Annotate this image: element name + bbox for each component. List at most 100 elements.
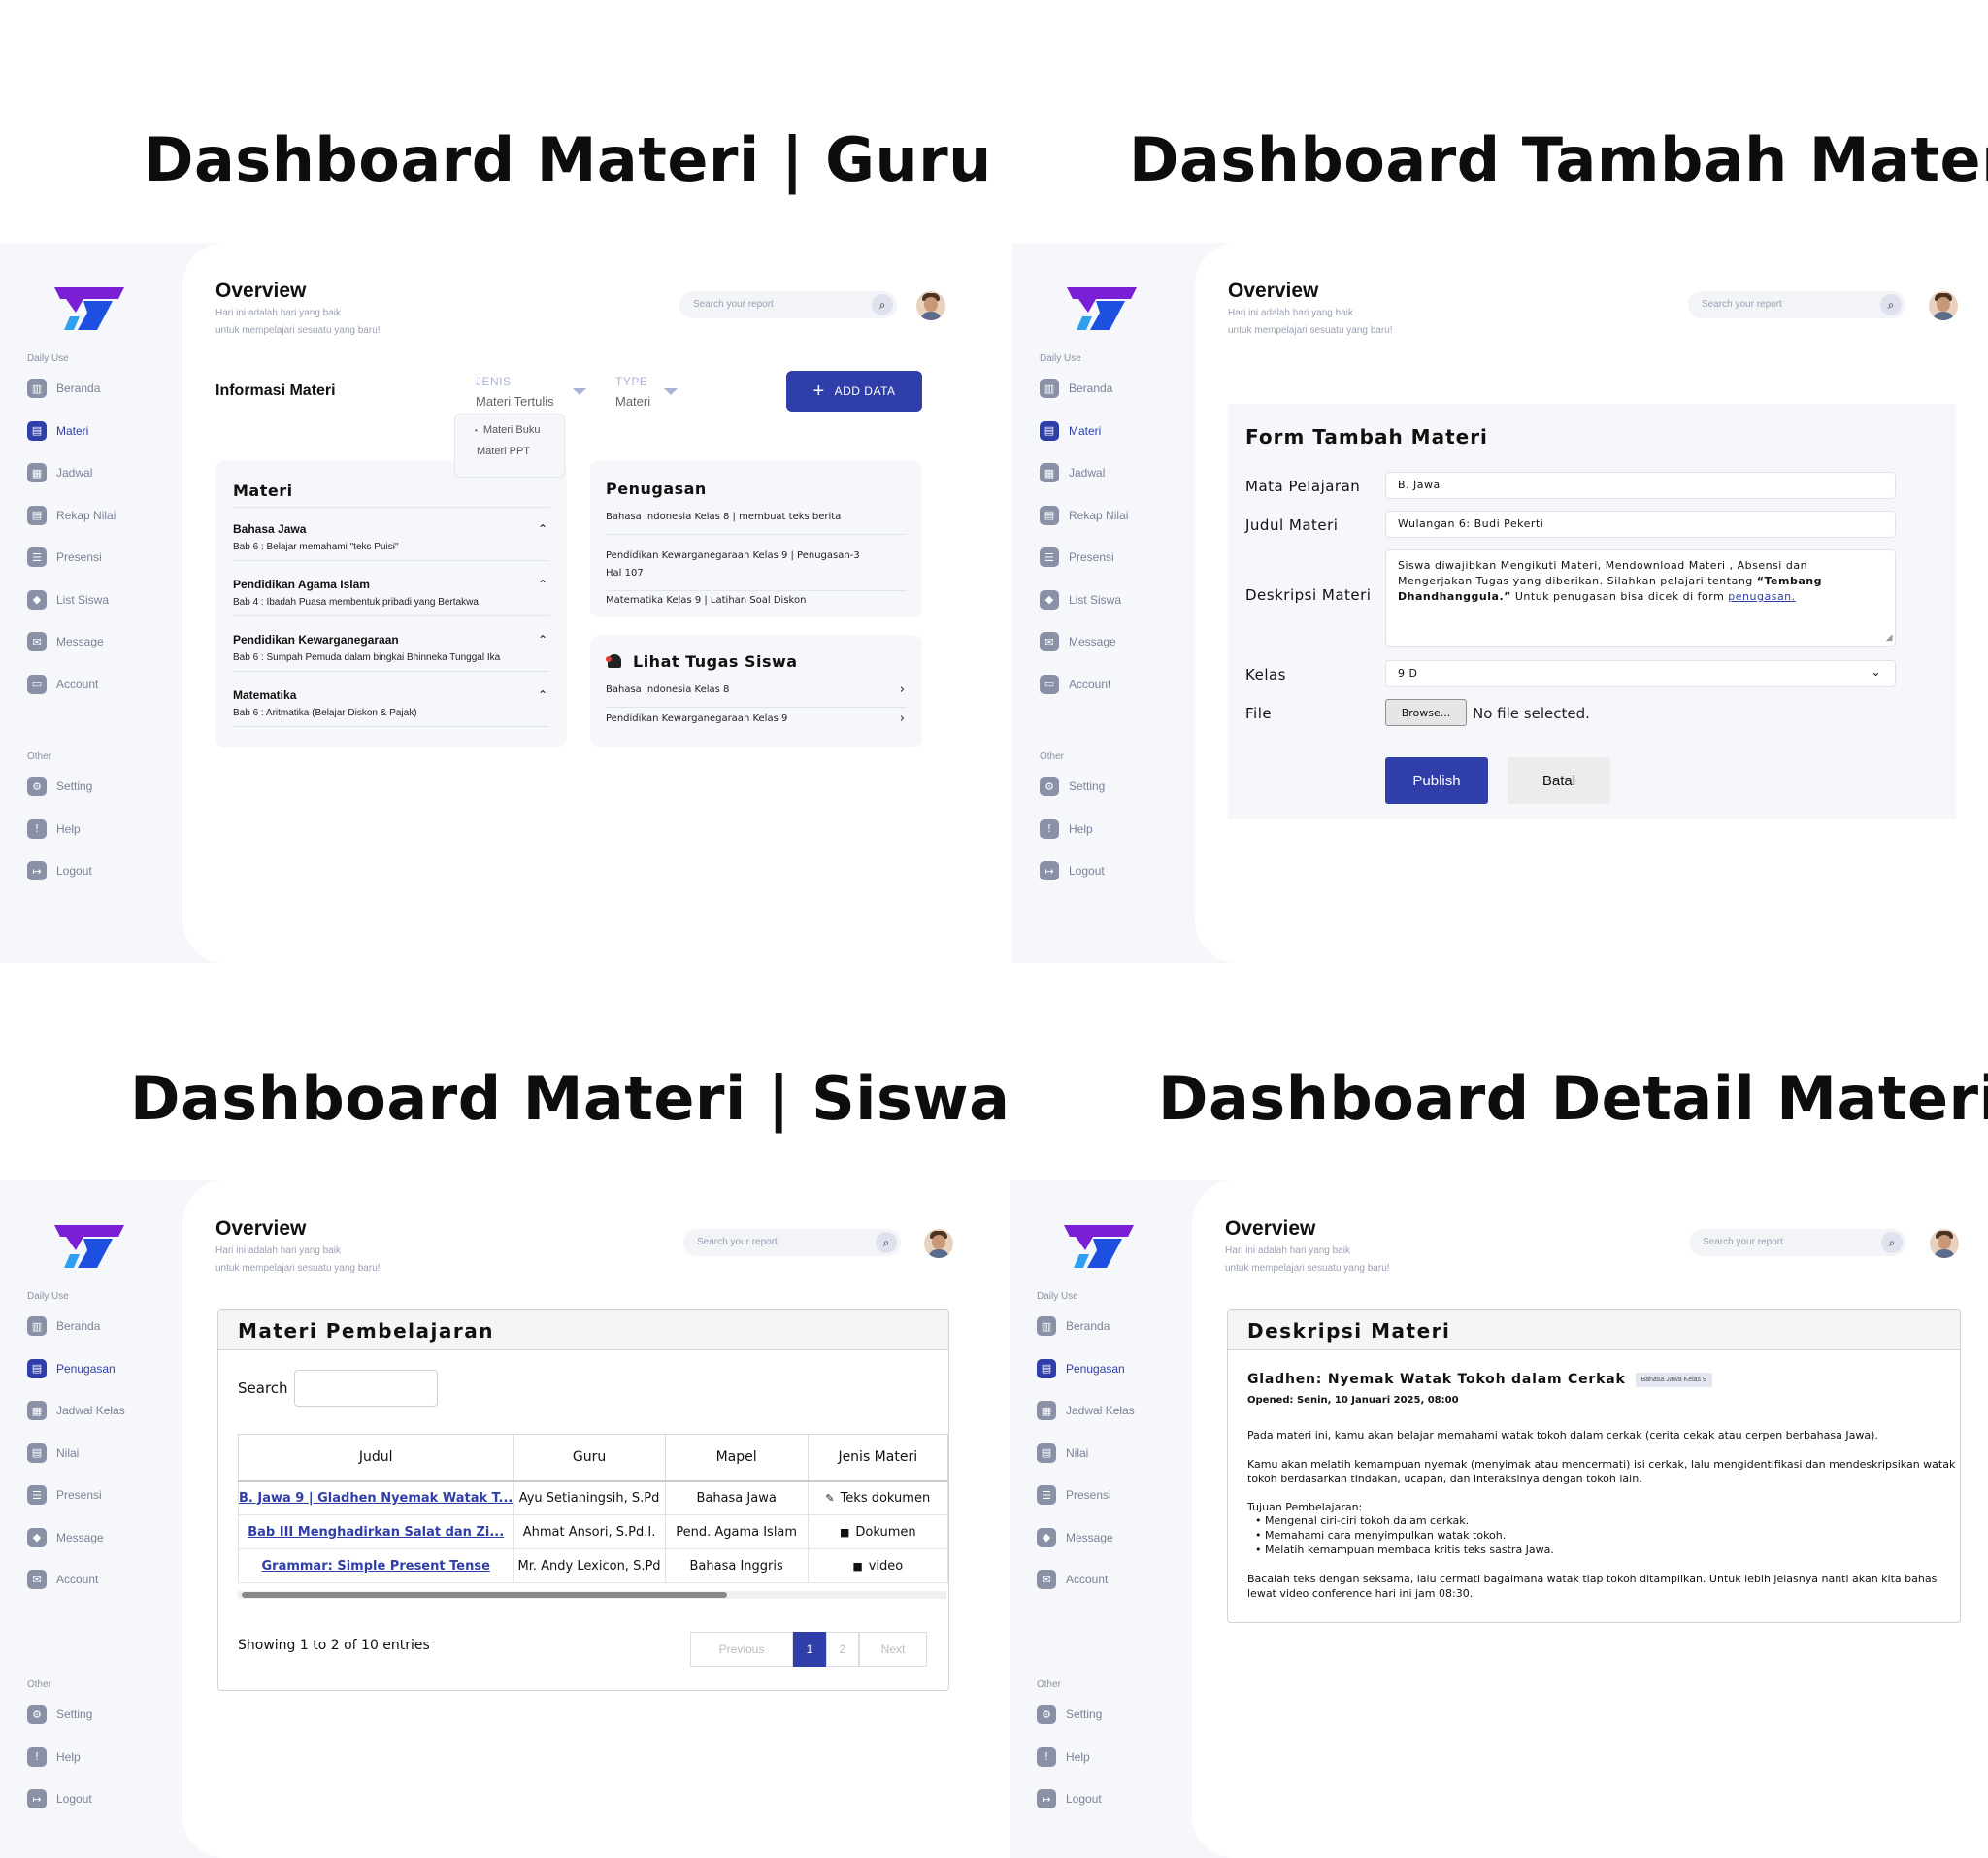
sidebar-item-penugasan[interactable]: ▤ Penugasan xyxy=(1037,1357,1125,1380)
publish-button[interactable]: Publish xyxy=(1385,757,1488,804)
sidebar-item-help[interactable]: ! Help xyxy=(1040,817,1093,841)
sidebar-item-help[interactable]: ! Help xyxy=(27,1745,81,1769)
column-header[interactable]: Jenis Materi xyxy=(807,1434,948,1482)
table-row[interactable]: B. Jawa 9 | Gladhen Nyemak Watak T... Ayu… xyxy=(237,1480,948,1515)
sidebar-item-presensi[interactable]: ☰ Presensi xyxy=(27,1483,102,1507)
sidebar-item-message[interactable]: ◆ Message xyxy=(27,1526,104,1549)
accordion-item[interactable]: Bahasa Jawa Bab 6 : Belajar memahami "tek… xyxy=(233,522,549,561)
materi-link[interactable]: Grammar: Simple Present Tense xyxy=(237,1548,514,1583)
accordion-item[interactable]: Pendidikan Kewarganegaraan Bab 6 : Sumpah… xyxy=(233,633,549,672)
menu-item[interactable]: Materi PPT xyxy=(477,446,530,457)
sidebar-item-beranda[interactable]: ▥ Beranda xyxy=(1037,1314,1110,1338)
sidebar-item-list-siswa[interactable]: ◆ List Siswa xyxy=(27,588,109,612)
search-input[interactable]: Search your report ⌕ xyxy=(683,1229,901,1256)
sidebar-item-message[interactable]: ◆ Message xyxy=(1037,1526,1113,1549)
mata-pelajaran-input[interactable]: B. Jawa xyxy=(1385,472,1896,499)
chevron-up-icon[interactable]: ⌃ xyxy=(538,633,547,647)
search-icon[interactable]: ⌕ xyxy=(1881,1232,1903,1253)
menu-item[interactable]: • Materi Buku xyxy=(475,424,541,436)
search-input[interactable]: Search your report ⌕ xyxy=(1688,291,1905,318)
penugasan-item[interactable]: Bahasa Indonesia Kelas 8 | membuat teks … xyxy=(606,509,907,535)
sidebar-item-materi[interactable]: ▤ Materi xyxy=(27,419,88,443)
table-scrollbar[interactable] xyxy=(238,1591,946,1599)
sidebar-item-presensi[interactable]: ☰ Presensi xyxy=(1040,546,1114,569)
sidebar-item-logout[interactable]: ↦ Logout xyxy=(27,859,92,882)
chevron-right-icon[interactable]: › xyxy=(900,711,905,728)
table-row[interactable]: Bab III Menghadirkan Salat dan Zi... Ahma… xyxy=(237,1514,948,1549)
chevron-up-icon[interactable]: ⌃ xyxy=(538,688,547,702)
search-icon[interactable]: ⌕ xyxy=(872,294,893,315)
chevron-right-icon[interactable]: › xyxy=(900,681,905,699)
batal-button[interactable]: Batal xyxy=(1508,757,1610,804)
sidebar-item-account[interactable]: ✉ Account xyxy=(1037,1568,1108,1591)
avatar[interactable] xyxy=(916,291,945,320)
sidebar-item-presensi[interactable]: ☰ Presensi xyxy=(1037,1483,1111,1507)
sidebar-item-account[interactable]: ✉ Account xyxy=(27,1568,98,1591)
sidebar-item-jadwal-kelas[interactable]: ▦ Jadwal Kelas xyxy=(1037,1399,1135,1422)
column-header[interactable]: Judul xyxy=(237,1434,514,1482)
sidebar-item-rekap-nilai[interactable]: ▤ Rekap Nilai xyxy=(1040,504,1128,527)
table-row[interactable]: Grammar: Simple Present Tense Mr. Andy Le… xyxy=(237,1548,948,1583)
accordion-item[interactable]: Pendidikan Agama Islam Bab 4 : Ibadah Pua… xyxy=(233,578,549,616)
chevron-up-icon[interactable]: ⌃ xyxy=(538,578,547,591)
chevron-down-icon[interactable]: ⌄ xyxy=(1871,665,1881,679)
next-button[interactable]: Next xyxy=(859,1632,927,1667)
scrollbar-thumb[interactable] xyxy=(242,1592,727,1598)
tugas-siswa-item[interactable]: Pendidikan Kewarganegaraan Kelas 9 › xyxy=(606,711,907,736)
sidebar-item-setting[interactable]: ⚙ Setting xyxy=(1040,775,1105,798)
sidebar-item-beranda[interactable]: ▥ Beranda xyxy=(1040,377,1112,400)
sidebar-item-setting[interactable]: ⚙ Setting xyxy=(27,1703,92,1726)
sidebar-item-penugasan[interactable]: ▤ Penugasan xyxy=(27,1357,116,1380)
sidebar-item-beranda[interactable]: ▥ Beranda xyxy=(27,1314,100,1338)
chevron-down-icon[interactable] xyxy=(573,388,586,395)
column-header[interactable]: Guru xyxy=(513,1434,666,1482)
sidebar-item-beranda[interactable]: ▥ Beranda xyxy=(27,377,100,400)
sidebar-item-help[interactable]: ! Help xyxy=(1037,1745,1090,1769)
judul-materi-input[interactable]: Wulangan 6: Budi Pekerti xyxy=(1385,511,1896,538)
add-data-button[interactable]: + ADD DATA xyxy=(786,371,922,412)
sidebar-item-setting[interactable]: ⚙ Setting xyxy=(27,775,92,798)
avatar[interactable] xyxy=(1930,1229,1959,1258)
browse-button[interactable]: Browse... xyxy=(1385,699,1467,726)
avatar[interactable] xyxy=(924,1229,953,1258)
avatar[interactable] xyxy=(1929,291,1958,320)
sidebar-item-nilai[interactable]: ▤ Nilai xyxy=(1037,1442,1088,1465)
tugas-siswa-item[interactable]: Bahasa Indonesia Kelas 8 › xyxy=(606,681,907,708)
chevron-up-icon[interactable]: ⌃ xyxy=(538,522,547,536)
kelas-select[interactable]: 9 D ⌄ xyxy=(1385,660,1896,687)
sidebar-item-nilai[interactable]: ▤ Nilai xyxy=(27,1442,79,1465)
penugasan-item[interactable]: Matematika Kelas 9 | Latihan Soal Diskon xyxy=(606,592,907,617)
sidebar-item-message[interactable]: ✉ Message xyxy=(1040,630,1116,653)
column-header[interactable]: Mapel xyxy=(664,1434,809,1482)
sidebar-item-list-siswa[interactable]: ◆ List Siswa xyxy=(1040,588,1121,612)
chevron-down-icon[interactable] xyxy=(664,388,678,395)
search-input[interactable]: Search your report ⌕ xyxy=(679,291,897,318)
sidebar-item-materi[interactable]: ▤ Materi xyxy=(1040,419,1101,443)
deskripsi-materi-textarea[interactable]: Siswa diwajibkan Mengikuti Materi, Mendo… xyxy=(1385,549,1896,647)
sidebar-item-logout[interactable]: ↦ Logout xyxy=(1040,859,1105,882)
search-icon[interactable]: ⌕ xyxy=(876,1232,897,1253)
penugasan-link[interactable]: penugasan. xyxy=(1728,590,1795,603)
materi-link[interactable]: Bab III Menghadirkan Salat dan Zi... xyxy=(237,1514,514,1549)
penugasan-item[interactable]: Pendidikan Kewarganegaraan Kelas 9 | Pen… xyxy=(606,547,907,591)
page-1-button[interactable]: 1 xyxy=(793,1632,826,1667)
resize-handle-icon[interactable]: ◢ xyxy=(1886,630,1893,646)
sidebar-item-message[interactable]: ✉ Message xyxy=(27,630,104,653)
sidebar-item-logout[interactable]: ↦ Logout xyxy=(1037,1787,1102,1810)
jenis-dropdown[interactable]: Materi Tertulis xyxy=(476,394,554,409)
sidebar-item-jadwal[interactable]: ▦ Jadwal xyxy=(27,461,92,484)
sidebar-item-presensi[interactable]: ☰ Presensi xyxy=(27,546,102,569)
table-search-input[interactable] xyxy=(294,1370,438,1407)
sidebar-item-rekap-nilai[interactable]: ▤ Rekap Nilai xyxy=(27,504,116,527)
sidebar-item-jadwal-kelas[interactable]: ▦ Jadwal Kelas xyxy=(27,1399,125,1422)
type-dropdown[interactable]: Materi xyxy=(615,394,650,409)
page-2-button[interactable]: 2 xyxy=(826,1632,859,1667)
sidebar-item-setting[interactable]: ⚙ Setting xyxy=(1037,1703,1102,1726)
sidebar-item-logout[interactable]: ↦ Logout xyxy=(27,1787,92,1810)
materi-link[interactable]: B. Jawa 9 | Gladhen Nyemak Watak T... xyxy=(237,1480,514,1515)
sidebar-item-help[interactable]: ! Help xyxy=(27,817,81,841)
search-input[interactable]: Search your report ⌕ xyxy=(1689,1229,1906,1256)
sidebar-item-account[interactable]: ▭ Account xyxy=(1040,673,1110,696)
search-icon[interactable]: ⌕ xyxy=(1880,294,1902,315)
previous-button[interactable]: Previous xyxy=(690,1632,793,1667)
